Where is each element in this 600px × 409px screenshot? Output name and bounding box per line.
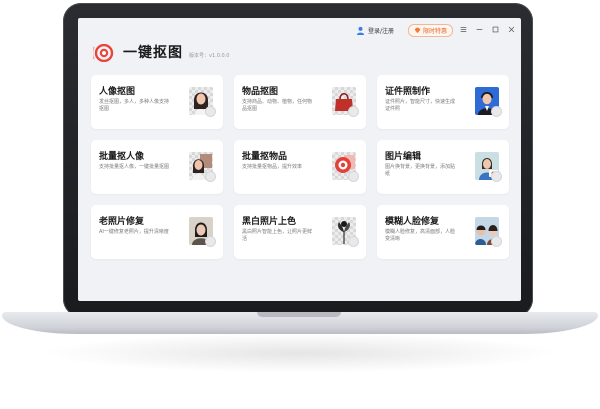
card-image-edit[interactable]: 图片编辑 图片换背景，更换背景，添加贴纸 bbox=[377, 140, 509, 194]
diamond-icon bbox=[414, 27, 421, 34]
laptop-notch bbox=[257, 312, 341, 317]
card-description: 黑白照片智能上色，让照片更鲜活 bbox=[242, 229, 313, 242]
maximize-button[interactable] bbox=[490, 23, 500, 35]
card-id-photo[interactable]: 证件照制作 证件照片，智能尺寸，快速生成证件照 bbox=[377, 75, 509, 129]
app-version: 版本号：v1.0.0.0 bbox=[189, 53, 230, 59]
card-title: 老照片修复 bbox=[99, 217, 145, 227]
card-portrait-cutout[interactable]: 人像抠图 发丝抠图，多人，多种人像支持抠图 bbox=[91, 75, 223, 129]
card-description: 模糊人脸修复，高清面部，人脸变清晰 bbox=[385, 229, 456, 242]
card-title: 物品抠图 bbox=[242, 87, 279, 97]
app-title: 一键抠图 bbox=[123, 45, 183, 61]
menu-button[interactable] bbox=[458, 23, 468, 35]
card-description: 图片换背景，更换背景，添加贴纸 bbox=[385, 164, 456, 177]
card-blurry-face-restore[interactable]: 模糊人脸修复 模糊人脸修复，高清面部，人脸变清晰 bbox=[377, 205, 509, 259]
minimize-icon bbox=[476, 28, 482, 30]
app-window: 登录/注册 限时特惠 一键抠图 版本号：v1.0.0.0 人像抠图 发丝抠图，多… bbox=[78, 18, 521, 301]
badge-icon bbox=[205, 171, 216, 182]
badge-icon bbox=[491, 236, 502, 247]
card-title: 人像抠图 bbox=[99, 87, 136, 97]
maximize-icon bbox=[492, 26, 498, 32]
login-button[interactable]: 登录/注册 bbox=[356, 26, 394, 35]
card-batch-object[interactable]: 批量抠物品 支持批量抠物品，提升效率 bbox=[234, 140, 366, 194]
badge-icon bbox=[205, 106, 216, 117]
laptop-shadow bbox=[40, 333, 560, 373]
vip-label: 限时特惠 bbox=[423, 28, 448, 35]
vip-offer-button[interactable]: 限时特惠 bbox=[408, 24, 454, 37]
card-description: 证件照片，智能尺寸，快速生成证件照 bbox=[385, 99, 456, 112]
close-icon bbox=[508, 26, 514, 32]
card-title: 证件照制作 bbox=[385, 87, 431, 97]
badge-icon bbox=[348, 171, 359, 182]
badge-icon bbox=[348, 236, 359, 247]
feature-grid: 人像抠图 发丝抠图，多人，多种人像支持抠图 物品抠图 支持商品、动物、植物，任何… bbox=[91, 75, 511, 265]
badge-icon bbox=[205, 236, 216, 247]
login-label: 登录/注册 bbox=[368, 28, 395, 35]
card-title: 模糊人脸修复 bbox=[385, 217, 440, 227]
card-object-cutout[interactable]: 物品抠图 支持商品、动物、植物，任何物品抠图 bbox=[234, 75, 366, 129]
card-description: 发丝抠图，多人，多种人像支持抠图 bbox=[99, 99, 170, 112]
card-batch-portrait[interactable]: 批量抠人像 支持批量抠人像，一键批量抠图 bbox=[91, 140, 223, 194]
card-description: 支持商品、动物、植物，任何物品抠图 bbox=[242, 99, 313, 112]
badge-icon bbox=[491, 171, 502, 182]
minimize-button[interactable] bbox=[474, 23, 484, 35]
card-title: 图片编辑 bbox=[385, 152, 422, 162]
card-description: 支持批量抠人像，一键批量抠图 bbox=[99, 164, 170, 170]
card-title: 批量抠物品 bbox=[242, 152, 288, 162]
close-button[interactable] bbox=[506, 23, 516, 35]
card-old-photo-restore[interactable]: 老照片修复 AI一键修复老照片，提升清晰度 bbox=[91, 205, 223, 259]
logo-icon bbox=[93, 44, 114, 62]
menu-icon bbox=[460, 26, 466, 32]
app-logo: 一键抠图 版本号：v1.0.0.0 bbox=[93, 42, 229, 62]
badge-icon bbox=[491, 106, 502, 117]
card-title: 批量抠人像 bbox=[99, 152, 145, 162]
card-description: 支持批量抠物品，提升效率 bbox=[242, 164, 303, 170]
user-icon bbox=[356, 26, 365, 35]
card-colorize-bw[interactable]: 黑白照片上色 黑白照片智能上色，让照片更鲜活 bbox=[234, 205, 366, 259]
card-description: AI一键修复老照片，提升清晰度 bbox=[99, 229, 169, 235]
badge-icon bbox=[348, 106, 359, 117]
card-title: 黑白照片上色 bbox=[242, 217, 297, 227]
window-controls bbox=[458, 23, 516, 35]
